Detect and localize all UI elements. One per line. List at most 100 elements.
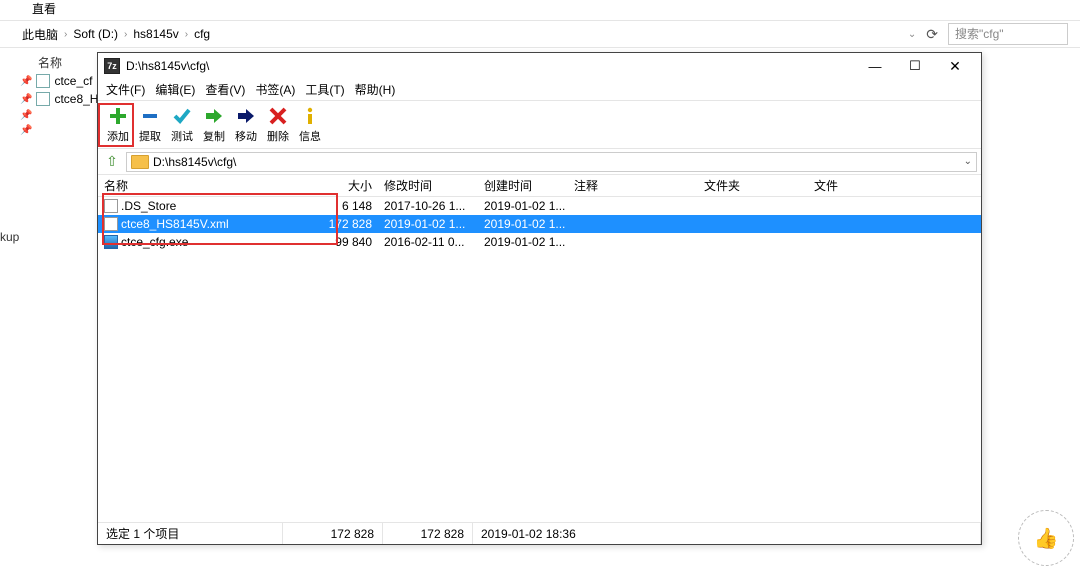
file-icon bbox=[104, 217, 118, 231]
status-selection: 选定 1 个项目 bbox=[98, 523, 283, 544]
delete-button[interactable]: 删除 bbox=[262, 106, 294, 144]
up-icon[interactable]: ⇧ bbox=[102, 153, 122, 170]
file-created: 2019-01-02 1... bbox=[478, 235, 568, 249]
table-row[interactable]: ctce_cfg.exe 99 840 2016-02-11 0... 2019… bbox=[98, 233, 981, 251]
pin-icon: 📌 bbox=[20, 94, 32, 105]
menu-edit[interactable]: 编辑(E) bbox=[151, 79, 199, 100]
close-button[interactable]: ✕ bbox=[935, 54, 975, 78]
x-icon bbox=[268, 106, 288, 126]
menu-file[interactable]: 文件(F) bbox=[102, 79, 149, 100]
file-size: 99 840 bbox=[298, 235, 378, 249]
chevron-down-icon[interactable]: ⌄ bbox=[964, 156, 972, 167]
path-input[interactable]: D:\hs8145v\cfg\ ⌄ bbox=[126, 152, 977, 172]
file-created: 2019-01-02 1... bbox=[478, 199, 568, 213]
column-header-created[interactable]: 创建时间 bbox=[478, 177, 568, 194]
file-modified: 2016-02-11 0... bbox=[378, 235, 478, 249]
list-item[interactable]: 📌 ctce8_H bbox=[20, 92, 98, 106]
breadcrumb-item[interactable]: Soft (D:) bbox=[73, 27, 118, 41]
refresh-icon[interactable]: ⟳ bbox=[926, 26, 938, 43]
breadcrumb-item[interactable]: cfg bbox=[194, 27, 210, 41]
menubar: 文件(F) 编辑(E) 查看(V) 书签(A) 工具(T) 帮助(H) bbox=[98, 79, 981, 101]
toolbar-label: 删除 bbox=[267, 128, 289, 144]
search-input[interactable]: 搜索"cfg" bbox=[948, 23, 1068, 45]
file-size: 172 828 bbox=[298, 217, 378, 231]
explorer-file-list: 📌 ctce_cf 📌 ctce8_H 📌 📌 bbox=[20, 74, 98, 140]
chevron-down-icon[interactable]: ⌄ bbox=[908, 29, 916, 40]
toolbar: 添加 提取 测试 复制 移动 bbox=[98, 101, 981, 149]
menu-view[interactable]: 查看(V) bbox=[201, 79, 249, 100]
status-date: 2019-01-02 18:36 bbox=[473, 523, 981, 544]
file-name: .DS_Store bbox=[121, 199, 176, 213]
arrow-right-icon bbox=[204, 106, 224, 126]
partial-label: kup bbox=[0, 230, 19, 244]
minus-icon bbox=[140, 106, 160, 126]
file-name: ctce_cf bbox=[54, 74, 92, 88]
minimize-button[interactable]: — bbox=[855, 54, 895, 78]
test-button[interactable]: 测试 bbox=[166, 106, 198, 144]
status-size-2: 172 828 bbox=[383, 523, 473, 544]
extract-button[interactable]: 提取 bbox=[134, 106, 166, 144]
chevron-right-icon: › bbox=[124, 29, 127, 40]
list-header: 名称 大小 修改时间 创建时间 注释 文件夹 文件 bbox=[98, 175, 981, 197]
move-button[interactable]: 移动 bbox=[230, 106, 262, 144]
column-header-folder[interactable]: 文件夹 bbox=[698, 177, 808, 194]
menu-tools[interactable]: 工具(T) bbox=[301, 79, 348, 100]
table-row[interactable]: ctce8_HS8145V.xml 172 828 2019-01-02 1..… bbox=[98, 215, 981, 233]
app-icon: 7z bbox=[104, 58, 120, 74]
file-icon bbox=[36, 92, 50, 106]
toolbar-label: 添加 bbox=[107, 128, 129, 144]
toolbar-label: 信息 bbox=[299, 128, 321, 144]
copy-button[interactable]: 复制 bbox=[198, 106, 230, 144]
table-row[interactable]: .DS_Store 6 148 2017-10-26 1... 2019-01-… bbox=[98, 197, 981, 215]
info-icon bbox=[300, 106, 320, 126]
list-item[interactable]: 📌 ctce_cf bbox=[20, 74, 98, 88]
plus-icon bbox=[108, 106, 128, 126]
pin-icon: 📌 bbox=[20, 125, 32, 136]
chevron-right-icon: › bbox=[64, 29, 67, 40]
explorer-tab-title: 直看 bbox=[32, 0, 56, 17]
maximize-button[interactable]: ☐ bbox=[895, 54, 935, 78]
titlebar[interactable]: 7z D:\hs8145v\cfg\ — ☐ ✕ bbox=[98, 53, 981, 79]
watermark-icon: 👍 bbox=[1018, 510, 1074, 566]
toolbar-label: 移动 bbox=[235, 128, 257, 144]
statusbar: 选定 1 个项目 172 828 172 828 2019-01-02 18:3… bbox=[98, 522, 981, 544]
archive-window: 7z D:\hs8145v\cfg\ — ☐ ✕ 文件(F) 编辑(E) 查看(… bbox=[97, 52, 982, 545]
pin-row: 📌 bbox=[20, 125, 98, 136]
breadcrumb: 此电脑 › Soft (D:) › hs8145v › cfg ⌄ ⟳ 搜索"c… bbox=[0, 20, 1080, 48]
file-name: ctce8_HS8145V.xml bbox=[121, 217, 229, 231]
file-size: 6 148 bbox=[298, 199, 378, 213]
pin-row: 📌 bbox=[20, 110, 98, 121]
file-created: 2019-01-02 1... bbox=[478, 217, 568, 231]
toolbar-label: 复制 bbox=[203, 128, 225, 144]
column-header-modified[interactable]: 修改时间 bbox=[378, 177, 478, 194]
exe-icon bbox=[104, 235, 118, 249]
check-icon bbox=[172, 106, 192, 126]
path-text: D:\hs8145v\cfg\ bbox=[153, 155, 236, 169]
toolbar-label: 提取 bbox=[139, 128, 161, 144]
file-modified: 2017-10-26 1... bbox=[378, 199, 478, 213]
pin-icon: 📌 bbox=[20, 76, 32, 87]
status-size-1: 172 828 bbox=[283, 523, 383, 544]
chevron-right-icon: › bbox=[185, 29, 188, 40]
pathbar: ⇧ D:\hs8145v\cfg\ ⌄ bbox=[98, 149, 981, 175]
file-name: ctce8_H bbox=[54, 92, 98, 106]
pin-icon: 📌 bbox=[20, 110, 32, 121]
column-header-file[interactable]: 文件 bbox=[808, 177, 868, 194]
add-button[interactable]: 添加 bbox=[102, 106, 134, 144]
window-title: D:\hs8145v\cfg\ bbox=[126, 59, 855, 73]
file-icon bbox=[104, 199, 118, 213]
info-button[interactable]: 信息 bbox=[294, 106, 326, 144]
breadcrumb-item[interactable]: hs8145v bbox=[133, 27, 178, 41]
file-name: ctce_cfg.exe bbox=[121, 235, 188, 249]
menu-bookmark[interactable]: 书签(A) bbox=[251, 79, 299, 100]
file-icon bbox=[36, 74, 50, 88]
file-list[interactable]: .DS_Store 6 148 2017-10-26 1... 2019-01-… bbox=[98, 197, 981, 537]
arrow-right-dark-icon bbox=[236, 106, 256, 126]
column-header-name[interactable]: 名称 bbox=[98, 177, 298, 194]
column-header-name[interactable]: 名称 bbox=[38, 54, 62, 71]
column-header-comment[interactable]: 注释 bbox=[568, 177, 698, 194]
toolbar-label: 测试 bbox=[171, 128, 193, 144]
breadcrumb-item[interactable]: 此电脑 bbox=[22, 26, 58, 43]
menu-help[interactable]: 帮助(H) bbox=[351, 79, 400, 100]
column-header-size[interactable]: 大小 bbox=[298, 177, 378, 194]
